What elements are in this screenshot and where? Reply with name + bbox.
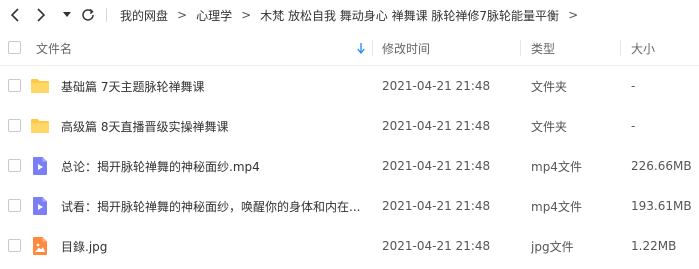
navigation-bar: 我的网盘 > 心理学 > 木梵 放松自我 舞动身心 禅舞课 脉轮禅修7脉轮能量平… bbox=[0, 0, 699, 30]
file-size: - bbox=[631, 79, 636, 93]
file-modified-date: 2021-04-21 21:48 bbox=[382, 239, 491, 253]
folder-icon bbox=[30, 76, 50, 96]
refresh-icon[interactable] bbox=[78, 0, 98, 30]
file-modified-date: 2021-04-21 21:48 bbox=[382, 159, 491, 173]
file-modified-date: 2021-04-21 21:48 bbox=[382, 119, 491, 133]
column-header-size[interactable]: 大小 bbox=[631, 30, 655, 66]
row-checkbox[interactable] bbox=[8, 199, 21, 212]
breadcrumb-item-current[interactable]: 木梵 放松自我 舞动身心 禅舞课 脉轮禅修7脉轮能量平衡 bbox=[260, 7, 559, 24]
file-name[interactable]: 试看：揭开脉轮禅舞的神秘面纱，唤醒你的身体和内在... bbox=[61, 186, 361, 226]
file-type: 文件夹 bbox=[531, 119, 568, 134]
file-type: mp4文件 bbox=[531, 159, 582, 174]
file-size: 193.61MB bbox=[631, 199, 692, 213]
row-checkbox[interactable] bbox=[8, 119, 21, 132]
file-size: - bbox=[631, 119, 636, 133]
file-row[interactable]: 高级篇 8天直播晋级实操禅舞课 2021-04-21 21:48 文件夹 - bbox=[0, 106, 699, 146]
column-divider[interactable] bbox=[372, 40, 373, 56]
file-row[interactable]: 目錄.jpg 2021-04-21 21:48 jpg文件 1.22MB bbox=[0, 226, 699, 266]
video-file-icon bbox=[30, 156, 50, 176]
file-name[interactable]: 基础篇 7天主题脉轮禅舞课 bbox=[61, 66, 361, 106]
file-size: 226.66MB bbox=[631, 159, 692, 173]
column-header-type[interactable]: 类型 bbox=[531, 30, 555, 66]
column-divider[interactable] bbox=[520, 40, 521, 56]
breadcrumb-separator: > bbox=[568, 8, 579, 22]
file-type: jpg文件 bbox=[531, 239, 574, 254]
sort-arrow-icon[interactable] bbox=[357, 30, 365, 66]
file-list-header: 文件名 修改时间 类型 大小 bbox=[0, 30, 699, 66]
file-row[interactable]: 总论：揭开脉轮禅舞的神秘面纱.mp4 2021-04-21 21:48 mp4文… bbox=[0, 146, 699, 186]
column-divider[interactable] bbox=[620, 40, 621, 56]
video-file-icon bbox=[30, 196, 50, 216]
folder-icon bbox=[30, 116, 50, 136]
breadcrumb: 我的网盘 > 心理学 > 木梵 放松自我 舞动身心 禅舞课 脉轮禅修7脉轮能量平… bbox=[120, 0, 587, 30]
row-checkbox[interactable] bbox=[8, 159, 21, 172]
file-modified-date: 2021-04-21 21:48 bbox=[382, 199, 491, 213]
breadcrumb-separator: > bbox=[241, 8, 252, 22]
select-all-checkbox[interactable] bbox=[8, 41, 21, 54]
file-size: 1.22MB bbox=[631, 239, 677, 253]
breadcrumb-separator: > bbox=[177, 8, 188, 22]
file-name[interactable]: 总论：揭开脉轮禅舞的神秘面纱.mp4 bbox=[61, 146, 361, 186]
breadcrumb-item-psychology[interactable]: 心理学 bbox=[196, 7, 232, 24]
history-dropdown-icon[interactable] bbox=[60, 0, 74, 30]
nav-divider bbox=[106, 8, 107, 22]
image-file-icon bbox=[30, 236, 50, 256]
row-checkbox[interactable] bbox=[8, 239, 21, 252]
breadcrumb-item-root[interactable]: 我的网盘 bbox=[120, 7, 168, 24]
file-name[interactable]: 目錄.jpg bbox=[61, 226, 361, 266]
back-icon[interactable] bbox=[6, 0, 24, 30]
scrollbar[interactable] bbox=[693, 30, 699, 269]
forward-icon[interactable] bbox=[32, 0, 50, 30]
file-modified-date: 2021-04-21 21:48 bbox=[382, 79, 491, 93]
file-row[interactable]: 试看：揭开脉轮禅舞的神秘面纱，唤醒你的身体和内在... 2021-04-21 2… bbox=[0, 186, 699, 226]
file-type: 文件夹 bbox=[531, 79, 568, 94]
file-type: mp4文件 bbox=[531, 199, 582, 214]
column-header-modified[interactable]: 修改时间 bbox=[382, 30, 430, 66]
row-checkbox[interactable] bbox=[8, 79, 21, 92]
file-row[interactable]: 基础篇 7天主题脉轮禅舞课 2021-04-21 21:48 文件夹 - bbox=[0, 66, 699, 106]
file-name[interactable]: 高级篇 8天直播晋级实操禅舞课 bbox=[61, 106, 361, 146]
column-header-name[interactable]: 文件名 bbox=[36, 30, 72, 66]
